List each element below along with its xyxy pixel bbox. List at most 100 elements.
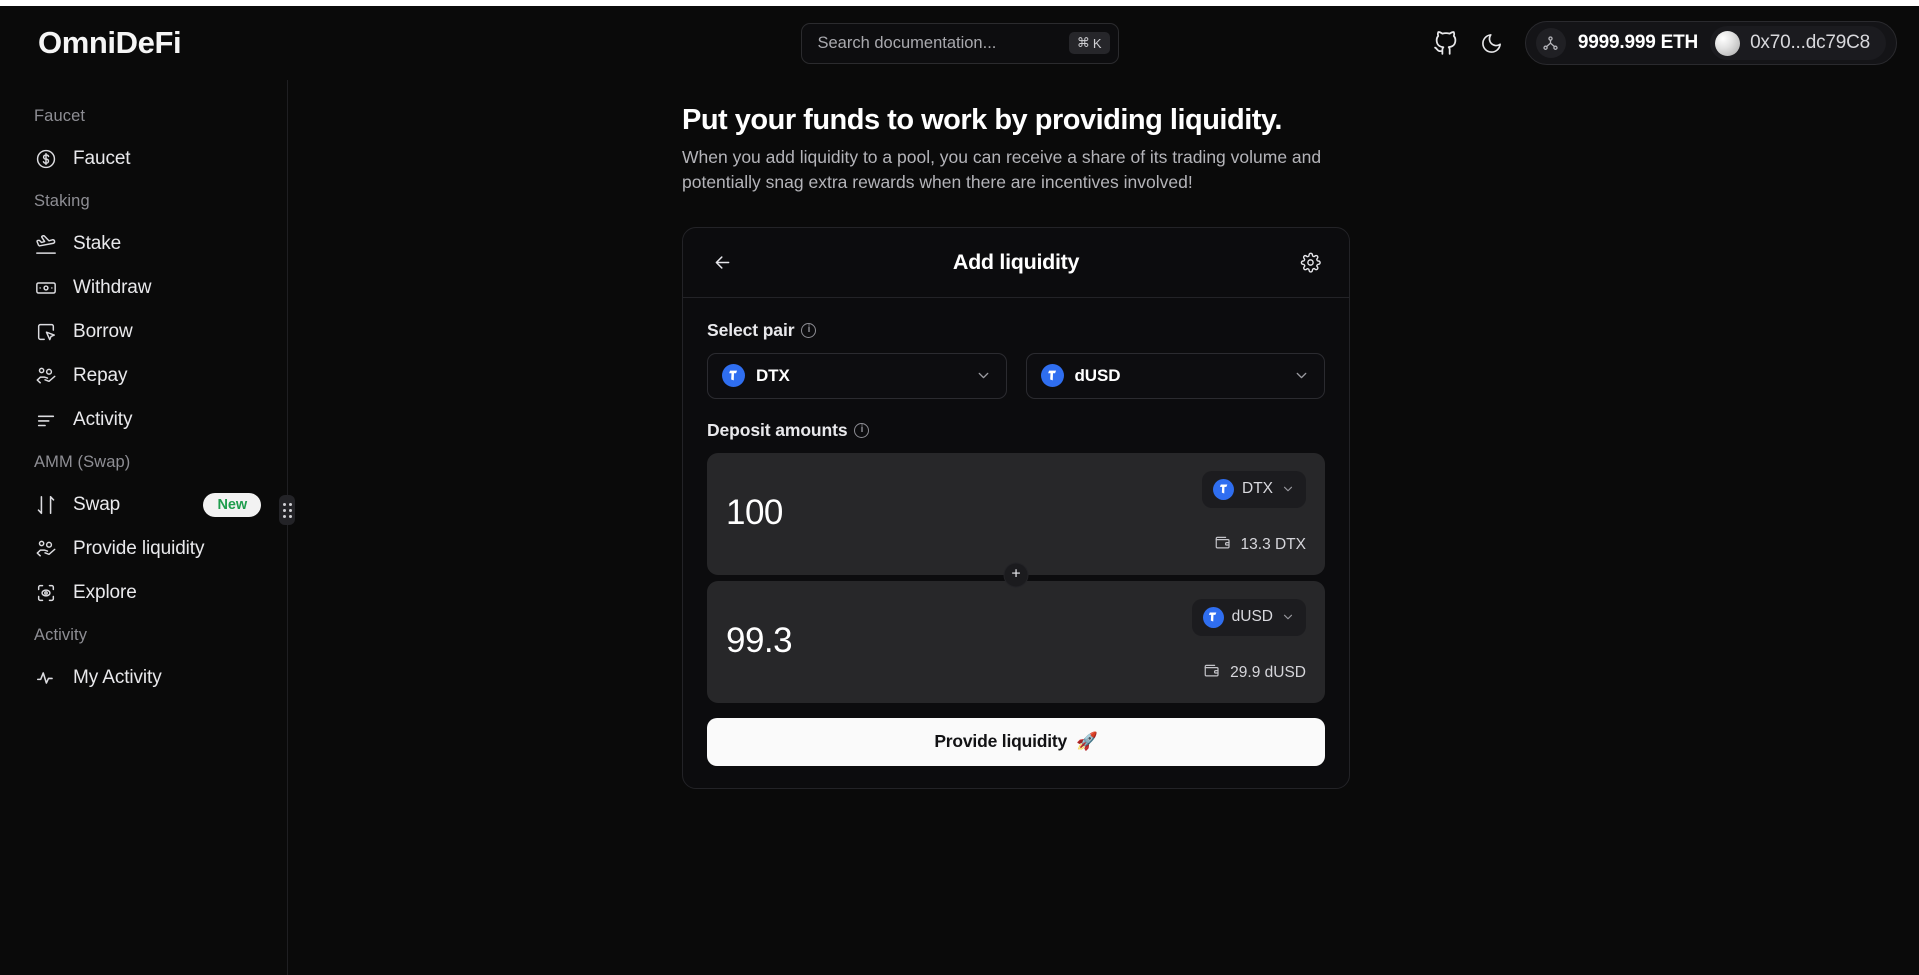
deposit-a-token-selector[interactable]: DTX bbox=[1202, 470, 1306, 508]
wallet-icon bbox=[1203, 662, 1221, 685]
sidebar-group-activity: Activity bbox=[34, 626, 88, 644]
pulse-icon bbox=[34, 666, 58, 690]
main-content: Put your funds to work by providing liqu… bbox=[288, 80, 1919, 975]
deposit-amounts-label: Deposit amounts i bbox=[707, 420, 1325, 441]
add-liquidity-card: Add liquidity Select pair i DTX dUSD Dep… bbox=[682, 226, 1350, 789]
moon-icon[interactable] bbox=[1480, 32, 1503, 55]
deposit-amounts-text: Deposit amounts bbox=[707, 419, 848, 440]
wallet-pill[interactable]: 9999.999 ETH 0x70...dc79C8 bbox=[1524, 21, 1897, 65]
sidebar-item-my-activity[interactable]: My Activity bbox=[0, 656, 287, 700]
avatar bbox=[1715, 30, 1741, 56]
chevron-down-icon bbox=[1293, 367, 1310, 384]
arrow-left-icon[interactable] bbox=[705, 245, 739, 279]
dusd-token-icon bbox=[1040, 364, 1064, 388]
pair-select-token-a[interactable]: DTX bbox=[707, 352, 1007, 399]
deposit-a-balance[interactable]: 13.3 DTX bbox=[1214, 534, 1306, 557]
search-shortcut-badge: ⌘ K bbox=[1068, 32, 1110, 54]
sidebar-item-withdraw[interactable]: Withdraw bbox=[0, 266, 287, 310]
deposit-row-a: DTX bbox=[707, 452, 1325, 575]
deposit-a-right: DTX 13.3 DTX bbox=[1202, 470, 1306, 557]
select-pair-label: Select pair i bbox=[707, 320, 1325, 341]
header-actions: 9999.999 ETH 0x70...dc79C8 bbox=[1433, 21, 1897, 65]
wallet-address-text: 0x70...dc79C8 bbox=[1750, 32, 1870, 53]
sidebar-group-faucet: Faucet bbox=[34, 107, 86, 125]
sidebar-item-label: Swap bbox=[73, 494, 121, 515]
pair-b-symbol: dUSD bbox=[1074, 365, 1121, 385]
pair-select-token-b[interactable]: dUSD bbox=[1025, 352, 1325, 399]
app-root: OmniDeFi ⌘K bbox=[0, 6, 1919, 975]
cta-label: Provide liquidity bbox=[934, 731, 1068, 752]
select-pair-text: Select pair bbox=[707, 319, 795, 340]
sidebar-item-activity[interactable]: Activity bbox=[0, 398, 287, 442]
grip-dots-icon bbox=[282, 502, 292, 518]
dtx-token-icon bbox=[722, 364, 745, 388]
chevron-down-icon bbox=[1281, 482, 1295, 496]
sidebar-item-label: Explore bbox=[73, 582, 137, 603]
deposit-b-token-selector[interactable]: dUSD bbox=[1191, 598, 1306, 636]
sidebar-item-faucet[interactable]: Faucet bbox=[0, 137, 287, 181]
deposit-rows: DTX bbox=[707, 452, 1325, 703]
sidebar-item-stake[interactable]: Stake bbox=[0, 222, 287, 266]
sidebar-item-label: Borrow bbox=[73, 321, 133, 342]
app-header: OmniDeFi ⌘K bbox=[0, 6, 1919, 80]
search-container: ⌘K bbox=[800, 22, 1119, 64]
list-lines-icon bbox=[34, 408, 58, 432]
sidebar-group-staking: Staking bbox=[34, 192, 90, 210]
eye-scan-icon bbox=[34, 581, 58, 605]
hand-coins-icon bbox=[34, 537, 58, 561]
sidebar-item-label: Faucet bbox=[73, 148, 131, 169]
sidebar-item-label: Withdraw bbox=[73, 277, 152, 298]
sidebar-resize-handle[interactable] bbox=[279, 495, 295, 525]
chevron-down-icon bbox=[1281, 610, 1295, 624]
square-cursor-icon bbox=[34, 320, 58, 344]
sidebar-item-borrow[interactable]: Borrow bbox=[0, 310, 287, 354]
banknote-icon bbox=[34, 276, 58, 300]
gear-icon[interactable] bbox=[1293, 245, 1327, 279]
sidebar-item-label: Repay bbox=[73, 365, 128, 386]
github-icon[interactable] bbox=[1433, 30, 1458, 56]
card-header: Add liquidity bbox=[683, 228, 1349, 298]
dollar-circle-icon bbox=[34, 147, 58, 171]
sidebar-group-amm: AMM (Swap) bbox=[34, 453, 131, 471]
deposit-b-symbol: dUSD bbox=[1231, 608, 1273, 626]
status-badge: New bbox=[203, 493, 261, 517]
shortcut-key: K bbox=[1092, 35, 1102, 51]
sidebar-item-explore[interactable]: Explore bbox=[0, 571, 287, 615]
sidebar-item-label: Provide liquidity bbox=[73, 538, 205, 559]
sidebar-item-provide-liquidity[interactable]: Provide liquidity bbox=[0, 527, 287, 571]
sidebar-item-repay[interactable]: Repay bbox=[0, 354, 287, 398]
wallet-icon bbox=[1214, 534, 1232, 557]
chevron-down-icon bbox=[975, 367, 992, 384]
provide-liquidity-button[interactable]: Provide liquidity 🚀 bbox=[707, 717, 1325, 766]
deposit-b-right: dUSD 29.9 dUSD bbox=[1191, 598, 1306, 685]
page-subtitle: When you add liquidity to a pool, you ca… bbox=[682, 147, 1322, 193]
pair-row: DTX dUSD bbox=[707, 352, 1325, 399]
sidebar-item-label: My Activity bbox=[73, 667, 162, 688]
deposit-amount-input-a[interactable] bbox=[726, 470, 1056, 557]
deposit-b-balance[interactable]: 29.9 dUSD bbox=[1203, 662, 1306, 685]
deposit-amount-input-b[interactable] bbox=[726, 598, 1056, 685]
card-title: Add liquidity bbox=[952, 249, 1080, 274]
card-body: Select pair i DTX dUSD Deposit amounts i… bbox=[683, 298, 1349, 766]
deposit-b-balance-text: 29.9 dUSD bbox=[1230, 664, 1306, 682]
plus-icon[interactable]: + bbox=[1003, 562, 1029, 588]
deposit-a-balance-text: 13.3 DTX bbox=[1240, 536, 1306, 554]
brand-logo[interactable]: OmniDeFi bbox=[38, 25, 182, 61]
arrows-up-down-icon bbox=[34, 493, 58, 517]
network-nodes-icon bbox=[1535, 28, 1566, 58]
shortcut-modifier: ⌘ bbox=[1076, 35, 1090, 50]
sidebar-item-swap[interactable]: Swap New bbox=[0, 483, 287, 527]
deposit-row-b: dUSD bbox=[707, 580, 1325, 703]
info-icon[interactable]: i bbox=[801, 322, 817, 338]
search-input[interactable] bbox=[817, 33, 1061, 53]
content-column: Put your funds to work by providing liqu… bbox=[682, 104, 1354, 789]
search-box[interactable]: ⌘K bbox=[800, 22, 1119, 64]
dtx-token-icon bbox=[1213, 478, 1234, 500]
eth-balance: 9999.999 ETH bbox=[1577, 32, 1699, 53]
hand-coins-icon bbox=[34, 364, 58, 388]
plane-takeoff-icon bbox=[34, 232, 58, 256]
sidebar-item-label: Stake bbox=[73, 233, 122, 254]
body-row: Faucet Faucet Staking Stake Withdraw Bor… bbox=[0, 80, 1919, 975]
info-icon[interactable]: i bbox=[854, 422, 870, 438]
wallet-address-button[interactable]: 0x70...dc79C8 bbox=[1710, 26, 1886, 60]
